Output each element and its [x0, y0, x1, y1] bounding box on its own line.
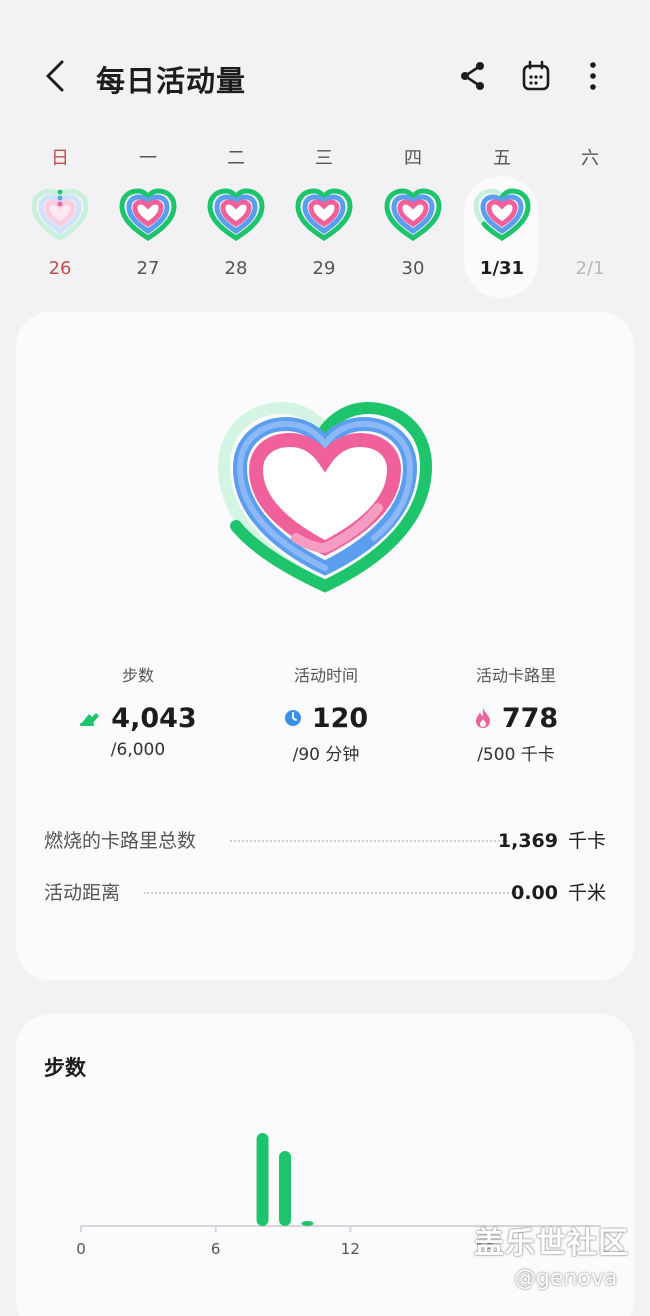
total-calories-unit: 千卡	[567, 830, 606, 852]
date-label: 26	[48, 258, 72, 279]
date-label: 2/1	[575, 258, 605, 279]
weekday-label: 二	[227, 148, 245, 169]
steps-value: 4,043	[111, 702, 197, 734]
weekday-label: 一	[139, 148, 157, 169]
watermark-user: @genova	[514, 1266, 618, 1291]
activity-heart-icon	[31, 188, 89, 241]
calendar-icon[interactable]	[521, 60, 551, 92]
page-title: 每日活动量	[96, 64, 247, 98]
steps-goal: /6,000	[110, 740, 166, 760]
day-item-28[interactable]: 二 28	[192, 140, 280, 300]
more-options-icon[interactable]	[580, 60, 610, 92]
active-calories-value: 778	[501, 702, 559, 734]
weekday-label: 日	[51, 148, 69, 169]
day-item-27[interactable]: 一 27	[104, 140, 192, 300]
date-label: 28	[224, 258, 248, 279]
dotted-leader	[230, 840, 508, 842]
date-label: 30	[401, 258, 425, 279]
weekday-label: 六	[581, 148, 599, 169]
distance-row: 活动距离 0.00 千米	[44, 878, 606, 908]
total-calories-row: 燃烧的卡路里总数 1,369 千卡	[44, 826, 606, 856]
steps-bar[interactable]	[301, 1221, 314, 1226]
steps-chart-title: 步数	[44, 1056, 86, 1080]
activity-summary-card: 步数 4,043 /6,000 活动时间 120 /90 分钟 活动卡路里 77…	[16, 312, 634, 980]
day-item-future: 六 2/1	[546, 140, 634, 300]
x-tick-label: 12	[341, 1240, 360, 1258]
active-time-stat: 活动时间 120 /90 分钟	[226, 662, 426, 765]
steps-label: 步数	[121, 666, 154, 685]
steps-bar[interactable]	[279, 1151, 291, 1226]
activity-rings-heart	[217, 401, 433, 593]
weekday-label: 四	[404, 148, 422, 169]
activity-heart-icon	[384, 188, 442, 241]
clock-icon	[284, 710, 301, 726]
total-calories-label: 燃烧的卡路里总数	[44, 830, 197, 852]
x-tick-label: 6	[211, 1240, 221, 1258]
date-label: 29	[312, 258, 336, 279]
active-time-label: 活动时间	[293, 666, 358, 685]
active-time-goal: /90 分钟	[292, 745, 360, 765]
activity-heart-icon	[119, 188, 177, 241]
distance-unit: 千米	[567, 882, 606, 904]
distance-label: 活动距离	[44, 882, 121, 904]
dotted-leader	[144, 892, 524, 894]
activity-heart-icon	[207, 188, 265, 241]
active-time-value: 120	[311, 702, 369, 734]
total-calories-value: 1,369	[497, 830, 558, 852]
share-icon[interactable]	[458, 60, 488, 92]
watermark-community: 盖乐世社区	[474, 1226, 629, 1261]
day-item-30[interactable]: 四 30	[369, 140, 457, 300]
flame-icon	[475, 708, 490, 728]
steps-bar[interactable]	[256, 1133, 269, 1226]
total-calories-value-group: 1,369 千卡	[498, 826, 606, 853]
day-item-selected[interactable]: 五 1/31	[458, 140, 546, 300]
date-label: 27	[136, 258, 160, 279]
week-selector: 日 26 一 27 二 28 三 29 四 30 五 1/31 六 2/1	[0, 140, 650, 300]
distance-value-group: 0.00 千米	[511, 878, 606, 905]
date-label: 1/31	[479, 258, 525, 279]
weekday-label: 五	[493, 148, 511, 169]
active-calories-goal: /500 千卡	[477, 745, 555, 765]
day-item-26[interactable]: 日 26	[16, 140, 104, 300]
activity-heart-icon	[295, 188, 353, 241]
active-calories-label: 活动卡路里	[475, 666, 556, 685]
shoe-icon	[80, 713, 100, 726]
activity-heart-icon	[473, 188, 531, 241]
active-calories-stat: 活动卡路里 778 /500 千卡	[416, 662, 616, 765]
steps-stat: 步数 4,043 /6,000	[38, 662, 238, 760]
weekday-label: 三	[315, 148, 333, 169]
x-tick-label: 0	[76, 1240, 86, 1258]
app-header: 每日活动量	[0, 0, 650, 150]
distance-value: 0.00	[511, 882, 558, 904]
back-arrow-icon[interactable]	[40, 58, 72, 94]
day-item-29[interactable]: 三 29	[280, 140, 368, 300]
